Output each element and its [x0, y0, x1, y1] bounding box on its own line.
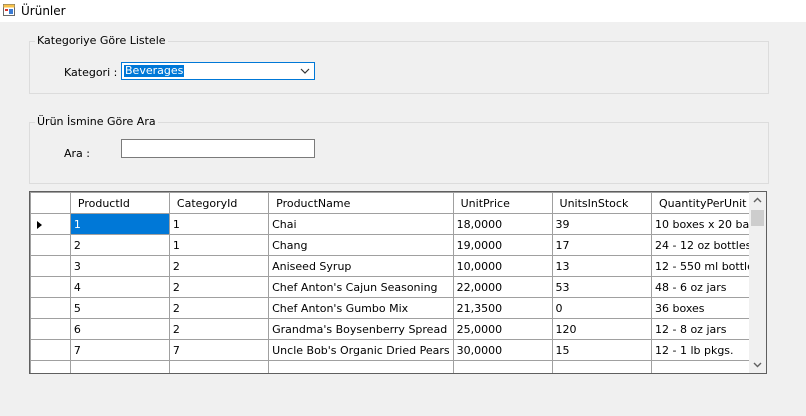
products-table: ProductId CategoryId ProductName UnitPri… [30, 192, 766, 373]
header-row: ProductId CategoryId ProductName UnitPri… [30, 192, 766, 214]
category-group-title: Kategoriye Göre Listele [35, 34, 168, 47]
row-header[interactable] [30, 297, 71, 319]
row-header[interactable] [30, 360, 71, 373]
cell-categoryid[interactable]: 2 [168, 276, 270, 298]
row-header[interactable] [30, 255, 71, 277]
scroll-down-arrow-icon[interactable] [749, 356, 766, 373]
cell-empty[interactable] [168, 360, 270, 373]
category-combobox[interactable]: Beverages [121, 62, 315, 80]
table-row[interactable]: 7 7 Uncle Bob's Organic Dried Pears 30,0… [30, 339, 766, 361]
search-group-title: Ürün İsmine Göre Ara [35, 115, 158, 128]
cell-unitprice[interactable]: 19,0000 [452, 234, 553, 256]
table-row[interactable]: 6 2 Grandma's Boysenberry Spread 25,0000… [30, 318, 766, 340]
cell-productid[interactable]: 3 [69, 255, 170, 277]
table-row[interactable]: 5 2 Chef Anton's Gumbo Mix 21,3500 0 36 … [30, 297, 766, 319]
cell-productname[interactable]: Uncle Bob's Organic Dried Pears [268, 339, 454, 361]
cell-empty[interactable] [452, 360, 553, 373]
cell-productid[interactable]: 5 [69, 297, 170, 319]
cell-productid[interactable]: 4 [69, 276, 170, 298]
cell-unitprice[interactable]: 21,3500 [452, 297, 553, 319]
cell-categoryid[interactable]: 2 [168, 255, 270, 277]
search-input[interactable] [121, 139, 315, 158]
table-row[interactable]: 2 1 Chang 19,0000 17 24 - 12 oz bottles [30, 234, 766, 256]
table-row[interactable]: 1 1 Chai 18,0000 39 10 boxes x 20 bags [30, 213, 766, 235]
cell-categoryid[interactable]: 7 [168, 339, 270, 361]
column-header-unitprice[interactable]: UnitPrice [452, 192, 553, 214]
cell-productname[interactable]: Grandma's Boysenberry Spread [268, 318, 454, 340]
cell-productname[interactable]: Chang [268, 234, 454, 256]
cell-unitsinstock[interactable]: 53 [551, 276, 652, 298]
scrollbar-thumb[interactable] [751, 210, 764, 226]
cell-unitprice[interactable]: 25,0000 [452, 318, 553, 340]
cell-unitprice[interactable]: 22,0000 [452, 276, 553, 298]
cell-productid[interactable]: 2 [69, 234, 170, 256]
current-row-arrow-icon [37, 221, 42, 229]
cell-productid[interactable]: 6 [69, 318, 170, 340]
cell-empty[interactable] [551, 360, 652, 373]
cell-unitsinstock[interactable]: 39 [551, 213, 652, 235]
category-label: Kategori : [64, 66, 118, 79]
vertical-scrollbar[interactable] [749, 192, 766, 373]
row-header[interactable] [30, 213, 71, 235]
cell-categoryid[interactable]: 2 [168, 297, 270, 319]
cell-unitsinstock[interactable]: 15 [551, 339, 652, 361]
search-label: Ara : [64, 147, 90, 160]
form-icon [3, 4, 15, 16]
cell-productname[interactable]: Chai [268, 213, 454, 235]
window-title: Ürünler [21, 4, 66, 18]
cell-unitsinstock[interactable]: 13 [551, 255, 652, 277]
column-header-categoryid[interactable]: CategoryId [168, 192, 270, 214]
category-selected-value: Beverages [124, 64, 185, 77]
cell-productname[interactable]: Chef Anton's Gumbo Mix [268, 297, 454, 319]
cell-productname[interactable]: Aniseed Syrup [268, 255, 454, 277]
column-header-unitsinstock[interactable]: UnitsInStock [551, 192, 652, 214]
row-header[interactable] [30, 339, 71, 361]
row-header[interactable] [30, 318, 71, 340]
cell-categoryid[interactable]: 2 [168, 318, 270, 340]
table-row[interactable] [30, 360, 766, 373]
cell-unitsinstock[interactable]: 120 [551, 318, 652, 340]
cell-unitprice[interactable]: 30,0000 [452, 339, 553, 361]
cell-empty[interactable] [69, 360, 170, 373]
cell-categoryid[interactable]: 1 [168, 234, 270, 256]
title-bar: Ürünler [0, 0, 806, 22]
row-header[interactable] [30, 276, 71, 298]
row-header[interactable] [30, 234, 71, 256]
cell-categoryid[interactable]: 1 [168, 213, 270, 235]
scroll-up-arrow-icon[interactable] [749, 192, 766, 209]
cell-unitprice[interactable]: 10,0000 [452, 255, 553, 277]
chevron-down-icon[interactable] [300, 66, 310, 76]
top-left-header-cell [30, 192, 71, 214]
column-header-productid[interactable]: ProductId [69, 192, 170, 214]
table-row[interactable]: 4 2 Chef Anton's Cajun Seasoning 22,0000… [30, 276, 766, 298]
products-grid[interactable]: ProductId CategoryId ProductName UnitPri… [29, 191, 767, 374]
cell-unitsinstock[interactable]: 17 [551, 234, 652, 256]
column-header-productname[interactable]: ProductName [268, 192, 454, 214]
cell-productname[interactable]: Chef Anton's Cajun Seasoning [268, 276, 454, 298]
cell-unitprice[interactable]: 18,0000 [452, 213, 553, 235]
cell-productid[interactable]: 1 [69, 213, 170, 235]
cell-productid[interactable]: 7 [69, 339, 170, 361]
cell-empty[interactable] [268, 360, 454, 373]
table-row[interactable]: 3 2 Aniseed Syrup 10,0000 13 12 - 550 ml… [30, 255, 766, 277]
cell-unitsinstock[interactable]: 0 [551, 297, 652, 319]
